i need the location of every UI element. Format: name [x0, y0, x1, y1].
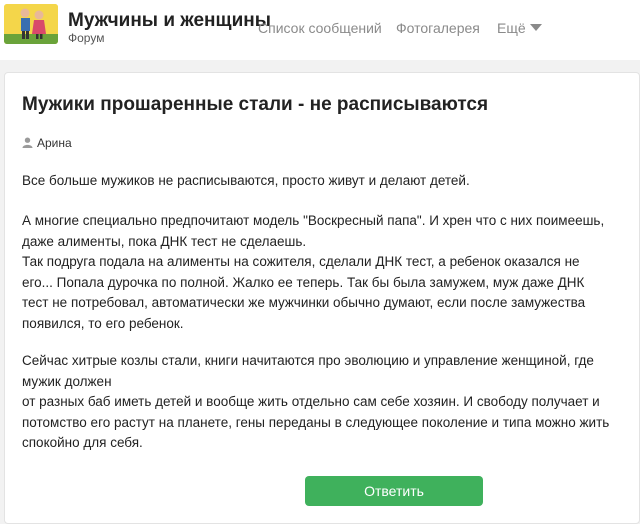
user-icon	[22, 137, 33, 148]
post-paragraph-3: Сейчас хитрые козлы стали, книги начитаю…	[22, 351, 612, 454]
site-header: Мужчины и женщины Форум Список сообщений…	[0, 0, 640, 60]
post-line: Все больше мужиков не расписываются, про…	[22, 173, 470, 188]
forum-logo-icon[interactable]	[4, 4, 58, 44]
post-line: Сейчас хитрые козлы стали, книги начитаю…	[22, 353, 594, 368]
post-line: от разных баб иметь детей и вообще жить …	[22, 394, 600, 409]
post-line: даже алименты, пока ДНК тест не сделаешь…	[22, 233, 307, 249]
post-line: Так подруга подала на алименты на сожите…	[22, 254, 580, 269]
reply-button[interactable]: Ответить	[305, 476, 483, 506]
post-title: Мужики прошаренные стали - не расписываю…	[22, 94, 489, 115]
post-paragraph-1: Все больше мужиков не расписываются, про…	[22, 171, 612, 192]
post-line: спокойно для себя.	[22, 435, 143, 450]
post-author[interactable]: Арина	[22, 136, 72, 150]
author-name: Арина	[37, 136, 72, 150]
post-line: тест не потребовал, автоматически же муж…	[22, 295, 586, 310]
post-line: А многие специально предпочитают модель …	[22, 213, 605, 228]
post-line: его... Попала дурочка по полной. Жалко е…	[22, 274, 585, 290]
site-subtitle: Форум	[68, 31, 105, 45]
post-line: потомство его растут на планете, гены пе…	[22, 414, 610, 430]
nav-messages-link[interactable]: Список сообщений	[258, 20, 382, 36]
post-paragraph-2: А многие специально предпочитают модель …	[22, 211, 612, 334]
post-line: появился, то его ребенок.	[22, 315, 184, 331]
nav-gallery-link[interactable]: Фотогалерея	[396, 20, 480, 36]
chevron-down-icon	[529, 24, 542, 31]
nav-more-label: Ещё	[497, 20, 526, 36]
site-title[interactable]: Мужчины и женщины	[68, 10, 271, 32]
post-line: мужик должен	[22, 373, 112, 389]
nav-more-menu[interactable]: Ещё	[497, 20, 542, 36]
